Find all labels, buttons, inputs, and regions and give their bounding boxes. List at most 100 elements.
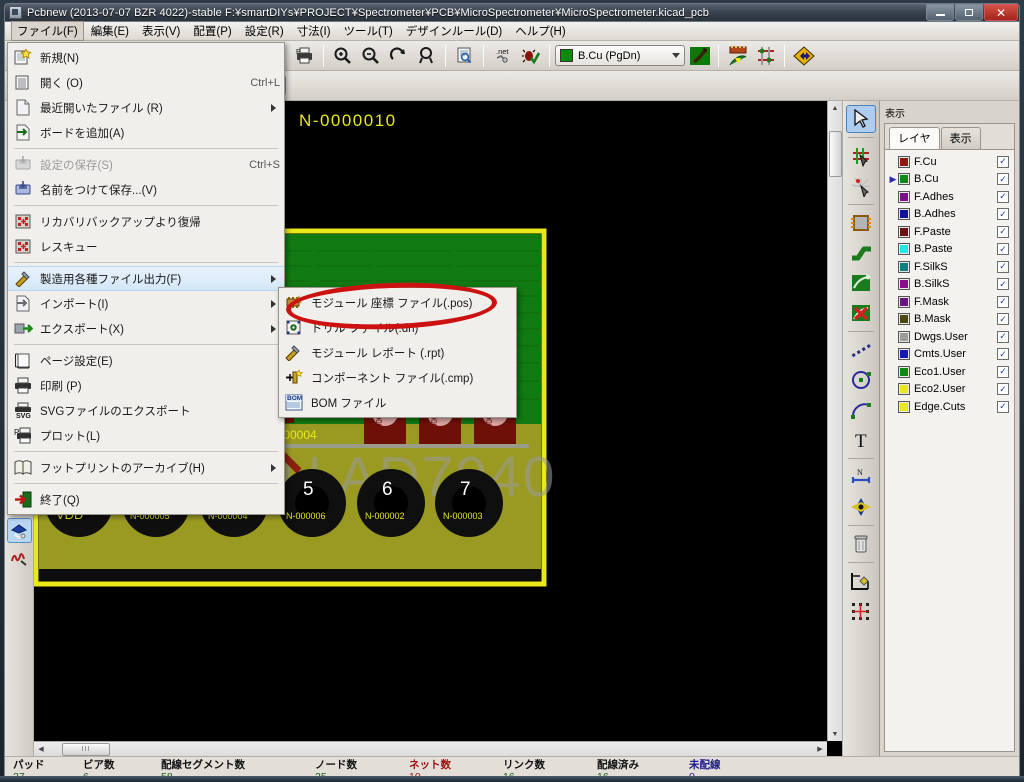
find-button[interactable] xyxy=(451,43,478,69)
hscroll-thumb[interactable]: III xyxy=(62,743,110,756)
add-target-button[interactable] xyxy=(846,493,876,521)
zoom-fit-button[interactable] xyxy=(413,43,440,69)
fabrication-submenu-item[interactable]: モジュール 座標 ファイル(.pos) xyxy=(279,290,516,315)
add-line-button[interactable] xyxy=(846,336,876,364)
file-menu-item[interactable]: 新規(N) xyxy=(8,45,284,70)
file-menu-item[interactable]: SVGSVGファイルのエクスポート xyxy=(8,398,284,423)
layer-color-swatch[interactable] xyxy=(898,331,910,343)
local-ratsnest-button[interactable] xyxy=(846,172,876,200)
layer-row[interactable]: B.Paste✓ xyxy=(885,241,1014,259)
canvas-hscrollbar[interactable]: ◀ III ▶ xyxy=(34,741,827,756)
layer-row[interactable]: F.SilkS✓ xyxy=(885,258,1014,276)
layer-visibility-checkbox[interactable]: ✓ xyxy=(997,313,1009,325)
layer-color-swatch[interactable] xyxy=(898,191,910,203)
layer-visibility-checkbox[interactable]: ✓ xyxy=(997,383,1009,395)
file-menu-item[interactable]: ページ設定(E) xyxy=(8,348,284,373)
menu-design-rules[interactable]: デザインルール(D) xyxy=(400,21,508,41)
layer-row[interactable]: F.Mask✓ xyxy=(885,293,1014,311)
set-grid-origin-button[interactable] xyxy=(846,597,876,625)
add-arc-button[interactable] xyxy=(846,396,876,424)
file-menu-item[interactable]: レスキュー xyxy=(8,234,284,259)
layer-row[interactable]: B.Mask✓ xyxy=(885,311,1014,329)
redraw-button[interactable] xyxy=(385,43,412,69)
layer-color-swatch[interactable] xyxy=(898,313,910,325)
layer-visibility-checkbox[interactable]: ✓ xyxy=(997,191,1009,203)
file-menu-item[interactable]: エクスポート(X) xyxy=(8,316,284,341)
layer-color-swatch[interactable] xyxy=(898,401,910,413)
layer-color-swatch[interactable] xyxy=(898,173,910,185)
layer-visibility-checkbox[interactable]: ✓ xyxy=(997,156,1009,168)
layer-visibility-checkbox[interactable]: ✓ xyxy=(997,226,1009,238)
active-layer-selector[interactable]: B.Cu (PgDn) xyxy=(555,45,685,66)
layer-list[interactable]: F.Cu✓▶B.Cu✓F.Adhes✓B.Adhes✓F.Paste✓B.Pas… xyxy=(885,149,1014,751)
file-menu-item[interactable]: 製造用各種ファイル出力(F) xyxy=(8,266,284,291)
layer-row[interactable]: Cmts.User✓ xyxy=(885,346,1014,364)
layer-row[interactable]: ▶B.Cu✓ xyxy=(885,171,1014,189)
file-menu-item[interactable]: Pプロット(L) xyxy=(8,423,284,448)
file-menu-popup[interactable]: 新規(N)開く (O)Ctrl+L最近開いたファイル (R)ボードを追加(A)設… xyxy=(7,42,285,515)
layer-color-swatch[interactable] xyxy=(898,278,910,290)
layer-row[interactable]: Eco2.User✓ xyxy=(885,381,1014,399)
netlist-button[interactable]: .net xyxy=(489,43,516,69)
layer-color-swatch[interactable] xyxy=(898,296,910,308)
layer-row[interactable]: F.Paste✓ xyxy=(885,223,1014,241)
plot-button[interactable]: P xyxy=(291,43,318,69)
layer-color-swatch[interactable] xyxy=(898,243,910,255)
menu-view[interactable]: 表示(V) xyxy=(136,21,186,41)
menu-preferences[interactable]: 設定(R) xyxy=(239,21,290,41)
layer-color-swatch[interactable] xyxy=(898,348,910,360)
microwave-tools-button[interactable] xyxy=(7,518,32,543)
layer-row[interactable]: B.SilkS✓ xyxy=(885,276,1014,294)
menu-dimensions[interactable]: 寸法(I) xyxy=(291,21,337,41)
zoom-in-button[interactable] xyxy=(329,43,356,69)
scroll-down-arrow[interactable]: ▼ xyxy=(828,727,842,741)
scroll-left-arrow[interactable]: ◀ xyxy=(34,742,48,756)
add-circle-button[interactable] xyxy=(846,366,876,394)
layer-row[interactable]: F.Cu✓ xyxy=(885,153,1014,171)
add-track-button[interactable] xyxy=(846,239,876,267)
add-keepout-zone-button[interactable] xyxy=(846,299,876,327)
mode-track-button[interactable] xyxy=(790,43,817,69)
layer-visibility-checkbox[interactable]: ✓ xyxy=(997,208,1009,220)
layer-visibility-checkbox[interactable]: ✓ xyxy=(997,366,1009,378)
file-menu-item[interactable]: 最近開いたファイル (R) xyxy=(8,95,284,120)
highlight-net-button[interactable] xyxy=(846,142,876,170)
fabrication-submenu-item[interactable]: モジュール レポート (.rpt) xyxy=(279,340,516,365)
scroll-up-arrow[interactable]: ▲ xyxy=(828,101,842,115)
layer-color-swatch[interactable] xyxy=(898,226,910,238)
fabrication-submenu-item[interactable]: BOMBOM ファイル xyxy=(279,390,516,415)
drc-button[interactable] xyxy=(517,43,544,69)
menu-help[interactable]: ヘルプ(H) xyxy=(509,21,571,41)
file-menu-item[interactable]: フットプリントのアーカイブ(H) xyxy=(8,455,284,480)
add-dimension-button[interactable]: N xyxy=(846,463,876,491)
file-menu-item[interactable]: 終了(Q) xyxy=(8,487,284,512)
autoroute-button[interactable] xyxy=(724,43,751,69)
layer-visibility-checkbox[interactable]: ✓ xyxy=(997,261,1009,273)
layer-color-swatch[interactable] xyxy=(898,383,910,395)
layer-row[interactable]: Eco1.User✓ xyxy=(885,363,1014,381)
select-tool-button[interactable] xyxy=(846,105,876,133)
file-menu-item[interactable]: インポート(I) xyxy=(8,291,284,316)
layer-color-swatch[interactable] xyxy=(898,261,910,273)
delete-item-button[interactable] xyxy=(846,530,876,558)
maximize-button[interactable] xyxy=(955,4,983,21)
file-menu-item[interactable]: 名前をつけて保存...(V) xyxy=(8,177,284,202)
zoom-out-button[interactable] xyxy=(357,43,384,69)
layer-color-swatch[interactable] xyxy=(898,366,910,378)
design-rules-button[interactable] xyxy=(752,43,779,69)
layer-visibility-checkbox[interactable]: ✓ xyxy=(997,401,1009,413)
add-zone-button[interactable] xyxy=(846,269,876,297)
set-origin-button[interactable] xyxy=(846,567,876,595)
fabrication-submenu-item[interactable]: コンポーネント ファイル(.cmp) xyxy=(279,365,516,390)
layer-visibility-checkbox[interactable]: ✓ xyxy=(997,331,1009,343)
file-menu-item[interactable]: リカバリバックアップより復帰 xyxy=(8,209,284,234)
vscroll-thumb[interactable] xyxy=(829,131,842,177)
close-button[interactable]: ✕ xyxy=(984,4,1018,21)
layer-visibility-checkbox[interactable]: ✓ xyxy=(997,243,1009,255)
layer-row[interactable]: Edge.Cuts✓ xyxy=(885,398,1014,416)
scroll-right-arrow[interactable]: ▶ xyxy=(813,742,827,756)
canvas-vscrollbar[interactable]: ▲ ▼ xyxy=(827,101,842,741)
layer-visibility-checkbox[interactable]: ✓ xyxy=(997,348,1009,360)
layer-visibility-checkbox[interactable]: ✓ xyxy=(997,173,1009,185)
file-menu-item[interactable]: 開く (O)Ctrl+L xyxy=(8,70,284,95)
